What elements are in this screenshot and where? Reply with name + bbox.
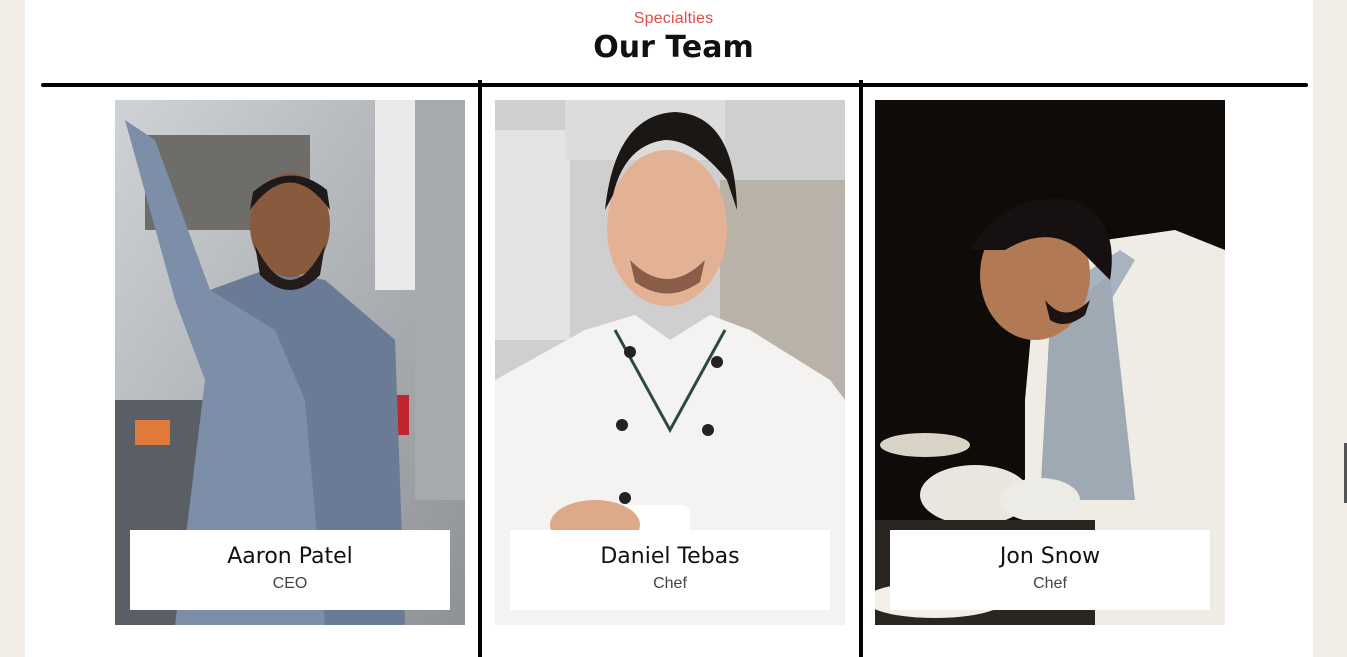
team-card-jon-snow[interactable]: Jon Snow Chef: [875, 100, 1225, 625]
team-card-caption: Daniel Tebas Chef: [510, 530, 830, 610]
column-divider-left: [478, 80, 482, 657]
team-card-daniel-tebas[interactable]: Daniel Tebas Chef: [495, 100, 845, 625]
team-member-name: Aaron Patel: [227, 544, 353, 569]
section-title: Our Team: [593, 30, 754, 65]
team-member-role: Chef: [653, 575, 687, 592]
column-divider-right: [859, 80, 863, 657]
team-card-caption: Jon Snow Chef: [890, 530, 1210, 610]
team-member-role: CEO: [272, 575, 308, 592]
section-eyebrow: Specialties: [633, 10, 714, 27]
team-member-name: Jon Snow: [999, 544, 1101, 569]
team-card-aaron-patel[interactable]: Aaron Patel CEO: [115, 100, 465, 625]
team-member-role: Chef: [1033, 575, 1067, 592]
horizontal-divider: [41, 83, 1308, 87]
team-card-caption: Aaron Patel CEO: [130, 530, 450, 610]
team-member-name: Daniel Tebas: [600, 544, 740, 569]
